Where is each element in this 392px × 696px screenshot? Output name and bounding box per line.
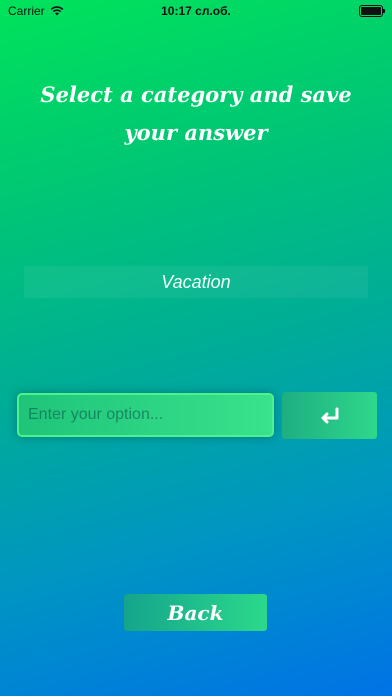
category-selector[interactable]: Vacation — [24, 266, 368, 298]
status-time-wrap: 10:17 сл.об. — [0, 4, 392, 18]
option-input[interactable] — [19, 395, 272, 435]
category-label: Vacation — [161, 271, 231, 292]
status-time: 10:17 сл.об. — [161, 4, 231, 18]
battery-icon — [359, 5, 385, 17]
option-input-wrapper — [17, 393, 274, 437]
enter-button[interactable] — [282, 392, 377, 439]
status-bar: Carrier 10:17 сл.об. — [0, 0, 392, 22]
back-button[interactable]: Back — [124, 594, 267, 631]
page-title: Select a category and save your answer — [40, 82, 352, 145]
return-arrow-icon — [321, 407, 338, 423]
